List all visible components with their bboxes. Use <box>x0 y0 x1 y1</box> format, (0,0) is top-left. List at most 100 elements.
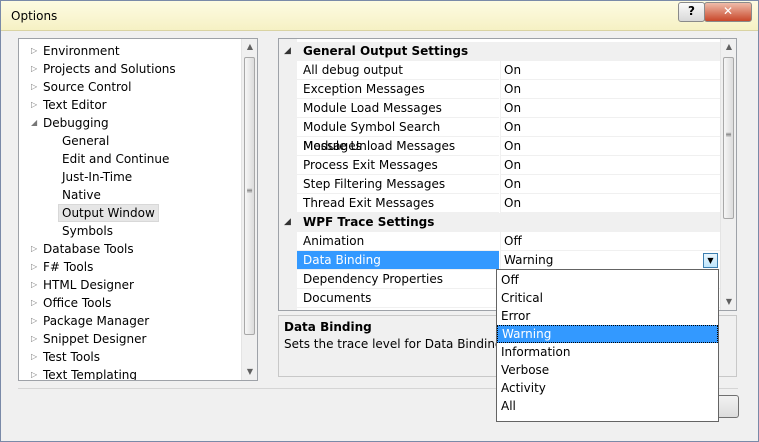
tree-item[interactable]: Edit and Continue <box>19 150 241 168</box>
scroll-down-arrow-icon[interactable]: ▼ <box>721 294 736 310</box>
expand-arrow-icon[interactable]: ▷ <box>31 60 41 78</box>
dropdown-option[interactable]: Off <box>497 271 718 289</box>
tree-item[interactable]: ▷ Projects and Solutions <box>19 60 241 78</box>
tree-item[interactable]: ▷ Text Templating <box>19 366 241 381</box>
expand-arrow-icon[interactable]: ▷ <box>31 312 41 330</box>
property-row[interactable]: Thread Exit Messages On <box>279 194 720 213</box>
property-row[interactable]: Module Unload Messages On <box>279 137 720 156</box>
property-value[interactable]: On <box>500 118 720 137</box>
property-value[interactable]: On <box>500 61 720 80</box>
tree-item[interactable]: Native <box>19 186 241 204</box>
tree-item[interactable]: ▷ Text Editor <box>19 96 241 114</box>
property-name[interactable]: Module Symbol Search Messages <box>297 118 499 153</box>
property-row[interactable]: Animation Off <box>279 232 720 251</box>
property-value[interactable]: On <box>500 99 720 118</box>
dropdown-option[interactable]: Activity <box>497 379 718 397</box>
property-name[interactable]: Documents <box>297 289 499 308</box>
dropdown-option[interactable]: Verbose <box>497 361 718 379</box>
tree-item-label: HTML Designer <box>43 278 134 292</box>
tree-item[interactable]: ▷ F# Tools <box>19 258 241 276</box>
expand-arrow-icon[interactable]: ▷ <box>31 240 41 258</box>
expand-arrow-icon[interactable]: ▷ <box>31 96 41 114</box>
close-button[interactable]: ✕ <box>704 2 752 22</box>
property-value-text: On <box>504 63 522 77</box>
tree-item[interactable]: ▷ Database Tools <box>19 240 241 258</box>
tree-item[interactable]: Symbols <box>19 222 241 240</box>
tree-item-label: Snippet Designer <box>43 332 147 346</box>
property-value-text: On <box>504 177 522 191</box>
property-row[interactable]: Process Exit Messages On <box>279 156 720 175</box>
property-name[interactable]: All debug output <box>297 61 499 80</box>
tree-item[interactable]: ▷ Snippet Designer <box>19 330 241 348</box>
scroll-thumb[interactable]: ≡ <box>244 57 255 335</box>
tree-item[interactable]: ◢ Debugging <box>19 114 241 132</box>
expand-arrow-icon[interactable]: ▷ <box>31 294 41 312</box>
dropdown-option[interactable]: Warning <box>497 325 718 343</box>
tree-item[interactable]: ▷ Environment <box>19 42 241 60</box>
property-value[interactable]: Warning ▼ <box>500 251 720 270</box>
tree-scrollbar[interactable]: ▲ ≡ ▼ <box>241 39 257 380</box>
expand-arrow-icon[interactable]: ▷ <box>31 330 41 348</box>
property-value[interactable]: On <box>500 137 720 156</box>
expand-arrow-icon[interactable]: ▷ <box>31 366 41 380</box>
dropdown-option[interactable]: Critical <box>497 289 718 307</box>
tree-item-label: Office Tools <box>43 296 112 310</box>
grid-category[interactable]: ◢ General Output Settings <box>279 42 720 61</box>
property-row[interactable]: Module Load Messages On <box>279 99 720 118</box>
data-binding-dropdown-list[interactable]: Off Critical Error Warning Information Verbos… <box>496 269 719 422</box>
property-value[interactable]: On <box>500 80 720 99</box>
scroll-up-arrow-icon[interactable]: ▲ <box>721 39 736 55</box>
property-value[interactable]: On <box>500 156 720 175</box>
tree-item[interactable]: ▷ Package Manager <box>19 312 241 330</box>
property-name[interactable]: Thread Exit Messages <box>297 194 499 213</box>
property-value-text: On <box>504 196 522 210</box>
property-name[interactable]: Dependency Properties <box>297 270 499 289</box>
expand-arrow-icon[interactable]: ▷ <box>31 276 41 294</box>
property-row[interactable]: Step Filtering Messages On <box>279 175 720 194</box>
title-bar[interactable]: Options ? ✕ <box>1 1 758 31</box>
tree-item-label: Native <box>62 188 101 202</box>
property-name[interactable]: Animation <box>297 232 499 251</box>
property-name[interactable]: Exception Messages <box>297 80 499 99</box>
dropdown-arrow-icon[interactable]: ▼ <box>703 253 718 268</box>
tree-item[interactable]: ▷ HTML Designer <box>19 276 241 294</box>
property-name[interactable]: Module Load Messages <box>297 99 499 118</box>
tree-item[interactable]: Just-In-Time <box>19 168 241 186</box>
scroll-up-arrow-icon[interactable]: ▲ <box>242 39 257 55</box>
tree-item[interactable]: ▷ Source Control <box>19 78 241 96</box>
scroll-thumb[interactable]: ≡ <box>723 57 734 219</box>
options-tree[interactable]: ▲ ≡ ▼ ▷ Environment ▷ Projects and Solution… <box>18 38 258 381</box>
tree-item-label: Symbols <box>62 224 113 238</box>
tree-item[interactable]: Output Window <box>19 204 241 222</box>
tree-item[interactable]: ▷ Test Tools <box>19 348 241 366</box>
property-name[interactable]: Step Filtering Messages <box>297 175 499 194</box>
expand-arrow-icon[interactable]: ▷ <box>31 42 41 60</box>
property-value[interactable]: Off <box>500 232 720 251</box>
collapse-arrow-icon[interactable]: ◢ <box>284 42 291 61</box>
tree-item[interactable]: ▷ Office Tools <box>19 294 241 312</box>
property-value[interactable]: On <box>500 194 720 213</box>
tree-item[interactable]: General <box>19 132 241 150</box>
expand-arrow-icon[interactable]: ▷ <box>31 348 41 366</box>
expand-arrow-icon[interactable]: ▷ <box>31 78 41 96</box>
property-row[interactable]: Module Symbol Search Messages On <box>279 118 720 153</box>
dropdown-option[interactable]: Error <box>497 307 718 325</box>
property-value[interactable]: On <box>500 175 720 194</box>
expand-arrow-icon[interactable]: ◢ <box>31 114 41 132</box>
property-name[interactable]: Process Exit Messages <box>297 156 499 175</box>
property-row[interactable]: All debug output On <box>279 61 720 80</box>
expand-arrow-icon[interactable]: ▷ <box>31 258 41 276</box>
dropdown-option[interactable]: Information <box>497 343 718 361</box>
scroll-down-arrow-icon[interactable]: ▼ <box>242 364 257 380</box>
grid-category[interactable]: ◢ WPF Trace Settings <box>279 213 720 232</box>
tree-item-label: Text Templating <box>43 368 138 381</box>
property-value-text: On <box>504 120 522 134</box>
property-row[interactable]: Exception Messages On <box>279 80 720 99</box>
property-name[interactable]: Module Unload Messages <box>297 137 499 156</box>
property-row[interactable]: Data Binding Warning ▼ <box>279 251 720 270</box>
collapse-arrow-icon[interactable]: ◢ <box>284 213 291 232</box>
grid-scrollbar[interactable]: ▲ ≡ ▼ <box>720 39 736 310</box>
help-button[interactable]: ? <box>678 2 705 22</box>
dropdown-option[interactable]: All <box>497 397 718 415</box>
property-name[interactable]: Data Binding <box>297 251 499 270</box>
